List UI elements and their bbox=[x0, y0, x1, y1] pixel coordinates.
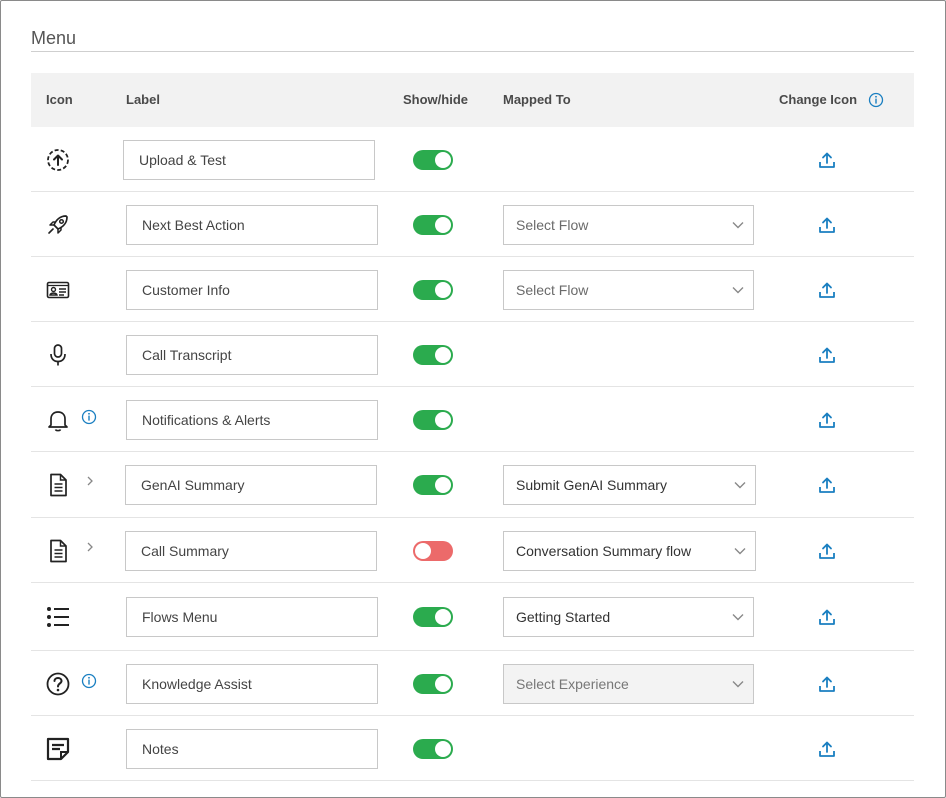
section-title: Menu bbox=[31, 28, 77, 48]
show-hide-toggle[interactable] bbox=[413, 673, 453, 694]
upload-icon[interactable] bbox=[817, 674, 837, 694]
show-hide-toggle[interactable] bbox=[413, 279, 453, 300]
show-hide-toggle[interactable] bbox=[413, 149, 453, 170]
show-hide-toggle[interactable] bbox=[413, 475, 453, 495]
table-row: GenAI Summary Submit GenAI Summary bbox=[31, 452, 914, 518]
upload-icon[interactable] bbox=[817, 345, 837, 365]
rocket-icon bbox=[45, 212, 71, 238]
document-icon bbox=[45, 472, 71, 498]
show-hide-toggle[interactable] bbox=[413, 540, 453, 561]
mapped-to-value: Getting Started bbox=[516, 609, 611, 625]
label-input[interactable]: Flows Menu bbox=[126, 597, 378, 637]
show-hide-toggle[interactable] bbox=[413, 344, 453, 365]
label-input[interactable]: Customer Info bbox=[126, 269, 378, 310]
mapped-to-select[interactable]: Getting Started bbox=[503, 597, 754, 637]
label-input[interactable]: Next Best Action bbox=[126, 204, 378, 245]
question-circle-icon bbox=[45, 671, 71, 697]
table-row: Notes bbox=[31, 716, 914, 781]
column-header-icon: Icon bbox=[46, 92, 73, 107]
mapped-to-select[interactable]: Select Flow bbox=[503, 269, 754, 310]
upload-icon[interactable] bbox=[817, 150, 837, 170]
mapped-to-select[interactable]: Select Flow bbox=[503, 204, 754, 245]
microphone-icon bbox=[45, 342, 71, 368]
chevron-down-icon bbox=[731, 610, 745, 624]
info-icon[interactable] bbox=[81, 673, 97, 689]
chevron-down-icon bbox=[731, 677, 745, 691]
label-input[interactable]: Upload & Test bbox=[123, 139, 375, 180]
title-divider bbox=[31, 51, 914, 52]
list-icon bbox=[45, 604, 71, 630]
mapped-to-select[interactable]: Select Experience bbox=[503, 663, 754, 704]
label-input[interactable]: Call Summary bbox=[125, 530, 377, 571]
column-header-mapped-to: Mapped To bbox=[503, 92, 571, 107]
show-hide-toggle[interactable] bbox=[413, 607, 453, 627]
chevron-down-icon bbox=[731, 218, 745, 232]
document-icon bbox=[45, 538, 71, 564]
table-row: Notifications & Alerts bbox=[31, 387, 914, 452]
table-row: Next Best Action Select Flow bbox=[31, 192, 914, 257]
mapped-to-value: Submit GenAI Summary bbox=[516, 477, 667, 493]
table-row: Flows Menu Getting Started bbox=[31, 583, 914, 651]
chevron-down-icon bbox=[731, 283, 745, 297]
show-hide-toggle[interactable] bbox=[413, 738, 453, 759]
mapped-to-value: Select Experience bbox=[516, 675, 629, 692]
column-header-label: Label bbox=[126, 92, 160, 107]
upload-icon[interactable] bbox=[817, 410, 837, 430]
table-row: Customer Info Select Flow bbox=[31, 257, 914, 322]
table-row: Call Transcript bbox=[31, 322, 914, 387]
table-row: Call Summary Conversation Summary flow bbox=[31, 518, 914, 583]
column-header-change-icon: Change Icon bbox=[779, 92, 858, 107]
upload-icon[interactable] bbox=[817, 280, 837, 300]
chevron-right-icon[interactable] bbox=[84, 474, 96, 486]
mapped-to-select[interactable]: Conversation Summary flow bbox=[503, 530, 756, 571]
info-icon[interactable] bbox=[868, 92, 884, 108]
upload-circle-icon bbox=[45, 147, 71, 173]
show-hide-toggle[interactable] bbox=[413, 214, 453, 235]
upload-icon[interactable] bbox=[817, 215, 837, 235]
upload-icon[interactable] bbox=[817, 607, 837, 627]
chevron-down-icon bbox=[733, 544, 747, 558]
info-icon[interactable] bbox=[81, 409, 97, 425]
note-icon bbox=[45, 736, 71, 762]
show-hide-toggle[interactable] bbox=[413, 409, 453, 430]
mapped-to-select[interactable]: Submit GenAI Summary bbox=[503, 465, 756, 505]
label-input[interactable]: Notifications & Alerts bbox=[126, 399, 378, 440]
chevron-right-icon[interactable] bbox=[84, 540, 96, 552]
label-input[interactable]: Call Transcript bbox=[126, 334, 378, 375]
label-input[interactable]: GenAI Summary bbox=[125, 465, 377, 505]
mapped-to-value: Conversation Summary flow bbox=[516, 542, 692, 559]
upload-icon[interactable] bbox=[817, 541, 837, 561]
table-row: Upload & Test bbox=[31, 127, 914, 192]
upload-icon[interactable] bbox=[817, 739, 837, 759]
table-row: Knowledge Assist Select Experience bbox=[31, 651, 914, 716]
id-card-icon bbox=[45, 277, 71, 303]
label-input[interactable]: Knowledge Assist bbox=[126, 663, 378, 704]
bell-icon bbox=[45, 407, 71, 433]
column-header-show-hide: Show/hide bbox=[403, 92, 468, 107]
table-header: Icon Label Show/hide Mapped To Change Ic… bbox=[31, 73, 914, 127]
chevron-down-icon bbox=[733, 478, 747, 492]
label-input[interactable]: Notes bbox=[126, 728, 378, 769]
mapped-to-value: Select Flow bbox=[516, 281, 589, 298]
upload-icon[interactable] bbox=[817, 475, 837, 495]
mapped-to-value: Select Flow bbox=[516, 216, 589, 233]
